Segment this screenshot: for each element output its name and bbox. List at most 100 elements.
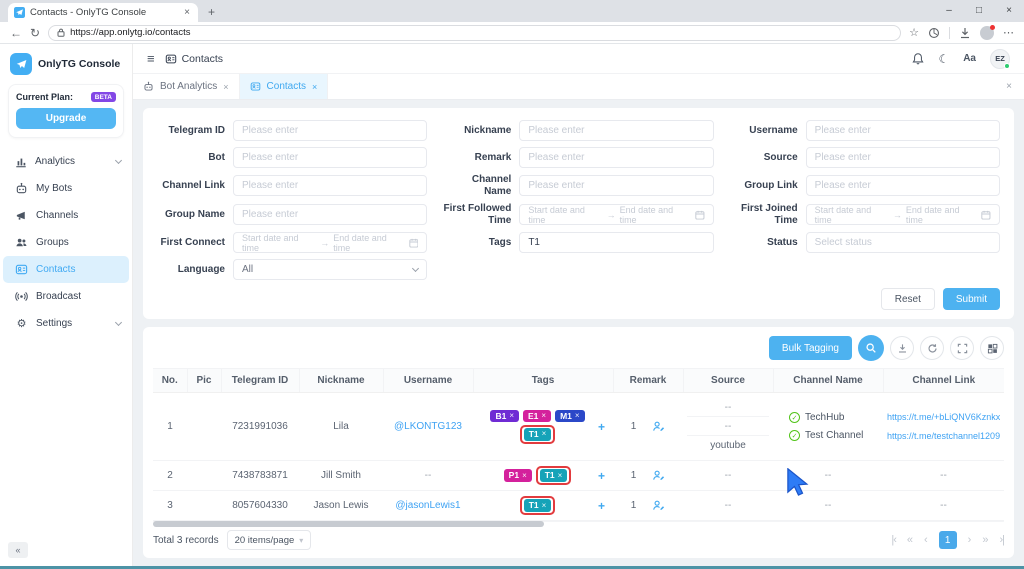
tag-t1[interactable]: T1× (540, 469, 568, 482)
tag-close-icon[interactable]: × (558, 472, 563, 480)
translate-icon[interactable]: Aa (963, 53, 976, 64)
tag-close-icon[interactable]: × (541, 412, 546, 420)
bookmark-star-icon[interactable]: ☆ (909, 26, 919, 39)
browser-profile-avatar[interactable] (980, 26, 994, 40)
refresh-button[interactable] (920, 336, 944, 360)
tag-close-icon[interactable]: × (509, 412, 514, 420)
bell-icon[interactable] (912, 52, 924, 65)
tag-close-icon[interactable]: × (542, 430, 547, 438)
upgrade-button[interactable]: Upgrade (16, 108, 116, 129)
prev-page-icon[interactable]: ‹ (924, 534, 928, 546)
browser-tab[interactable]: Contacts - OnlyTG Console × (8, 3, 198, 22)
last-page-icon[interactable]: ›| (999, 534, 1004, 546)
browser-menu-icon[interactable]: ⋯ (1003, 26, 1014, 39)
field-label: Username (730, 125, 806, 137)
scrollbar-thumb[interactable] (153, 521, 544, 527)
hamburger-icon[interactable]: ≡ (147, 51, 155, 66)
add-tag-button[interactable]: + (598, 420, 609, 434)
nickname-input[interactable] (519, 120, 713, 141)
tag[interactable]: P1× (504, 469, 532, 482)
close-button[interactable]: × (994, 0, 1024, 20)
bot-input[interactable] (233, 147, 427, 168)
sidebar-item-my-bots[interactable]: My Bots (3, 175, 129, 202)
tag-close-icon[interactable]: × (522, 472, 527, 480)
sidebar-item-groups[interactable]: Groups (3, 229, 129, 256)
page-size-select[interactable]: 20 items/page ▾ (227, 530, 312, 550)
address-bar[interactable]: https://app.onlytg.io/contacts (48, 25, 901, 41)
refresh-icon[interactable]: ↻ (30, 26, 40, 40)
language-select[interactable]: All (233, 259, 427, 280)
tags-input[interactable] (519, 232, 713, 253)
range-end-placeholder: End date and time (333, 233, 404, 253)
first-followed-range-picker[interactable]: Start date and time → End date and time (519, 204, 713, 225)
sidebar-item-analytics[interactable]: Analytics (3, 148, 129, 175)
bulk-tagging-button[interactable]: Bulk Tagging (769, 336, 852, 360)
tag-t1[interactable]: T1× (524, 428, 552, 441)
sidebar-item-channels[interactable]: Channels (3, 202, 129, 229)
app-logo[interactable]: OnlyTG Console (0, 44, 132, 82)
group-link-input[interactable] (806, 175, 1000, 196)
source-input[interactable] (806, 147, 1000, 168)
status-select[interactable]: Select status (806, 232, 1000, 253)
dark-mode-moon-icon[interactable]: ☾ (938, 52, 949, 66)
new-tab-button[interactable]: + (198, 3, 225, 22)
tag-close-icon[interactable]: × (575, 412, 580, 420)
channel-link[interactable]: https://t.me/+bLiQNV6KznkxNGVk (887, 412, 1000, 422)
tab-bot-analytics[interactable]: Bot Analytics × (133, 74, 240, 99)
first-connect-range-picker[interactable]: Start date and time → End date and time (233, 232, 427, 253)
tag-t1[interactable]: T1× (524, 499, 552, 512)
next-5-pages-icon[interactable]: » (982, 534, 988, 546)
remark-input[interactable] (519, 147, 713, 168)
tag[interactable]: M1× (555, 410, 584, 423)
sidebar-item-broadcast[interactable]: Broadcast (3, 283, 129, 310)
search-button[interactable] (858, 335, 884, 361)
add-tag-button[interactable]: + (598, 469, 609, 483)
download-icon[interactable] (959, 27, 971, 39)
filter-first-connect: First Connect Start date and time → End … (157, 232, 427, 253)
user-avatar[interactable]: EZ (990, 49, 1010, 69)
reset-button[interactable]: Reset (881, 288, 935, 310)
first-page-icon[interactable]: |‹ (891, 534, 896, 546)
tag[interactable]: B1× (490, 410, 519, 423)
column-settings-button[interactable] (980, 336, 1004, 360)
username-input[interactable] (806, 120, 1000, 141)
field-label: Channel Link (157, 180, 233, 192)
cell-pic (187, 461, 221, 491)
export-button[interactable] (890, 336, 914, 360)
sidebar-item-settings[interactable]: ⚙ Settings (3, 310, 129, 337)
sidebar-collapse-button[interactable]: « (8, 542, 28, 558)
current-page-button[interactable]: 1 (939, 531, 957, 549)
prev-5-pages-icon[interactable]: « (907, 534, 913, 546)
annotation-highlight: T1× (520, 425, 556, 444)
fullscreen-button[interactable] (950, 336, 974, 360)
edit-remark-icon[interactable] (652, 469, 665, 482)
next-page-icon[interactable]: › (968, 534, 972, 546)
minimize-button[interactable]: – (934, 0, 964, 20)
edit-remark-icon[interactable] (652, 499, 665, 512)
browser-extension-icon[interactable] (928, 27, 940, 39)
current-plan-label: Current Plan: (16, 92, 73, 102)
submit-button[interactable]: Submit (943, 288, 1000, 310)
channel-link-input[interactable] (233, 175, 427, 196)
add-tag-button[interactable]: + (598, 499, 609, 513)
edit-remark-icon[interactable] (652, 420, 665, 433)
channel-link[interactable]: https://t.me/testchannel12095 (887, 431, 1000, 441)
horizontal-scrollbar[interactable] (153, 521, 1004, 522)
first-joined-range-picker[interactable]: Start date and time → End date and time (806, 204, 1000, 225)
back-icon[interactable]: ← (10, 26, 22, 40)
tab-close-icon[interactable]: × (312, 82, 317, 92)
sidebar-item-contacts[interactable]: Contacts (3, 256, 129, 283)
channel-name-input[interactable] (519, 175, 713, 196)
group-name-input[interactable] (233, 204, 427, 225)
tab-contacts[interactable]: Contacts × (240, 74, 329, 99)
tab-close-icon[interactable]: × (223, 82, 228, 92)
close-all-tabs-icon[interactable]: × (994, 74, 1024, 99)
tag-close-icon[interactable]: × (542, 502, 547, 510)
cell-username[interactable]: @LKONTG123 (383, 393, 473, 461)
cell-username[interactable]: @jasonLewis1 (383, 491, 473, 521)
telegram-id-input[interactable] (233, 120, 427, 141)
search-icon (865, 342, 877, 354)
tag[interactable]: E1× (523, 410, 551, 423)
maximize-button[interactable]: □ (964, 0, 994, 20)
tab-close-icon[interactable]: × (182, 7, 192, 18)
